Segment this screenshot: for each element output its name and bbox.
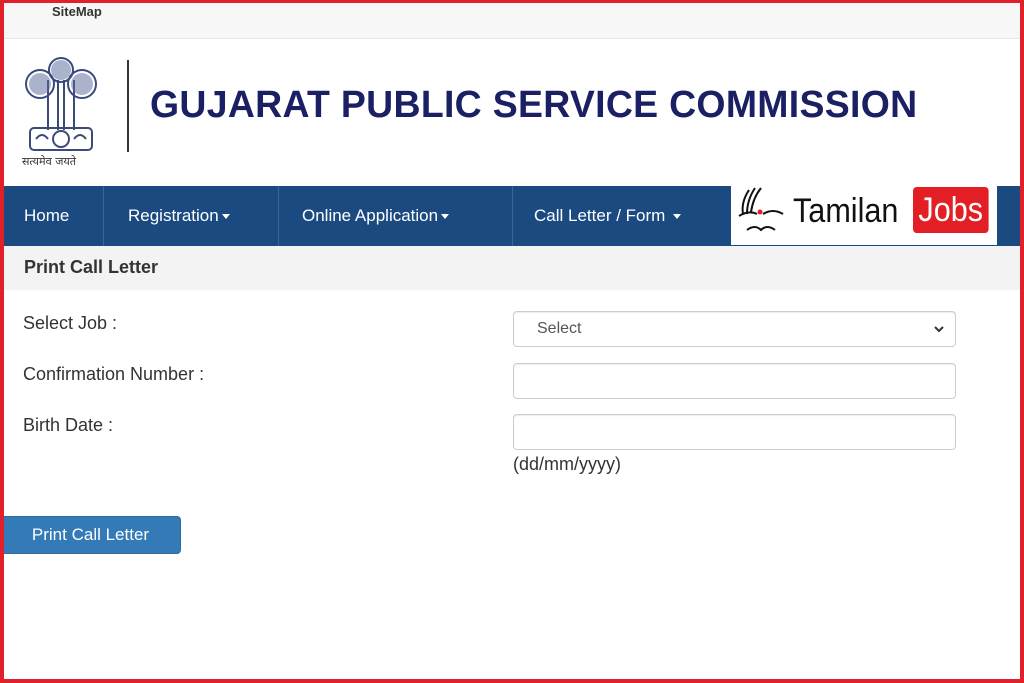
mascot-face-icon — [738, 187, 784, 232]
header-divider — [127, 60, 129, 152]
confirmation-number-input[interactable] — [513, 363, 956, 399]
watermark-text: Tamilan — [793, 192, 899, 230]
emblem-motto: सत्यमेव जयते — [22, 155, 77, 168]
national-emblem-logo: सत्यमेव जयते — [18, 50, 104, 170]
nav-home-label: Home — [24, 206, 70, 225]
nav-home[interactable]: Home — [4, 186, 103, 246]
nav-online-application-label: Online Application — [302, 206, 439, 225]
select-job-label: Select Job : — [23, 313, 118, 333]
panel-title: Print Call Letter — [24, 257, 159, 277]
nav-call-letter-form[interactable]: Call Letter / Form — [513, 186, 735, 246]
ashoka-emblem-icon — [25, 57, 97, 151]
sitemap-link[interactable]: SiteMap — [52, 4, 102, 19]
select-job-value: Select — [537, 320, 582, 337]
nav-online-application[interactable]: Online Application — [279, 186, 512, 246]
site-title: GUJARAT PUBLIC SERVICE COMMISSION — [150, 84, 918, 126]
nav-call-letter-form-label: Call Letter / Form — [534, 206, 666, 225]
top-bar: SiteMap — [4, 0, 1020, 39]
caret-down-icon — [441, 214, 450, 220]
confirmation-number-label: Confirmation Number : — [23, 364, 205, 384]
nav-registration[interactable]: Registration — [104, 186, 278, 246]
birth-date-label: Birth Date : — [23, 415, 114, 435]
chevron-down-icon — [934, 326, 944, 333]
birth-date-format-hint: (dd/mm/yyyy) — [513, 454, 621, 474]
caret-down-icon — [673, 214, 682, 220]
caret-down-icon — [221, 214, 230, 220]
watermark-badge: Jobs — [913, 187, 989, 233]
panel-heading: Print Call Letter — [4, 246, 1020, 290]
print-call-letter-button[interactable]: Print Call Letter — [0, 516, 181, 554]
birth-date-input[interactable] — [513, 414, 956, 450]
tamilanjobs-watermark: Tamilan Jobs — [731, 180, 997, 247]
select-job-dropdown[interactable]: Select — [513, 311, 956, 347]
nav-registration-label: Registration — [128, 206, 219, 225]
